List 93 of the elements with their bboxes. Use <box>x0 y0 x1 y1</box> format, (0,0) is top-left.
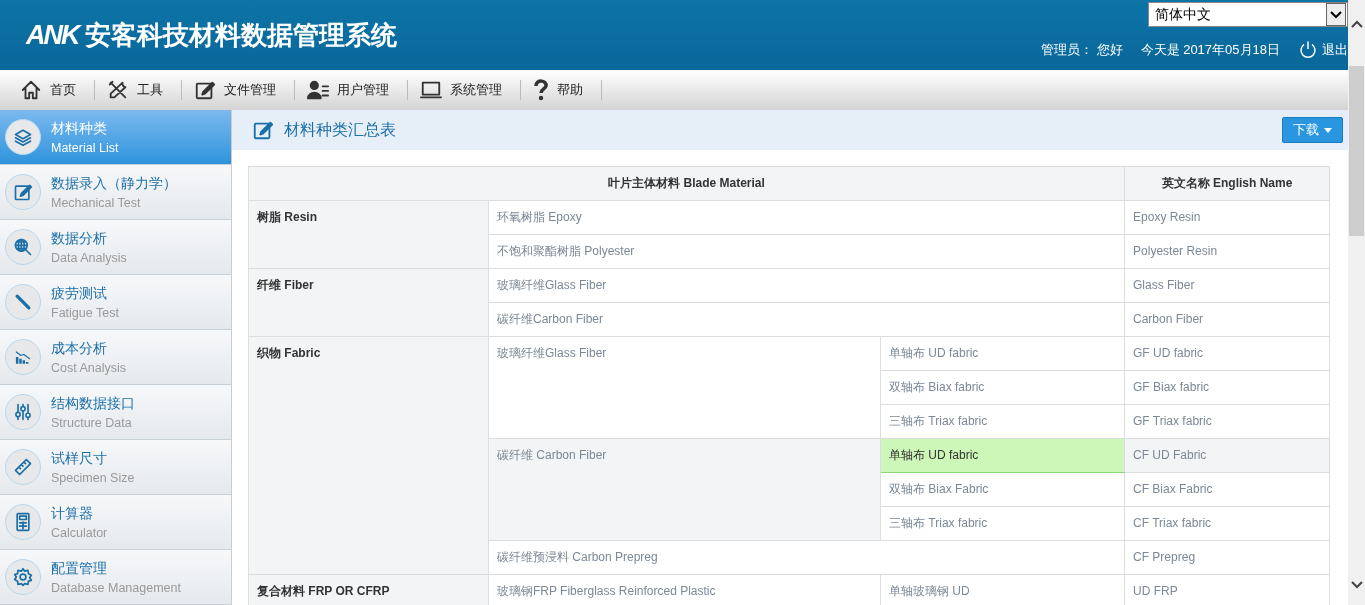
sidebar-item[interactable]: 计算器 Calculator <box>0 495 231 550</box>
language-select[interactable]: 简体中文 <box>1148 2 1348 27</box>
ruler-icon <box>13 457 33 477</box>
nav-item[interactable]: 帮助 <box>521 80 602 100</box>
logout-link[interactable]: 退出 <box>1298 40 1348 60</box>
scroll-thumb[interactable] <box>1349 66 1364 236</box>
category-cell: 复合材料 FRP OR CFRP <box>248 574 489 605</box>
nav-item[interactable]: 系统管理 <box>408 80 521 100</box>
material-cell: 不饱和聚酯树脂 Polyester <box>488 234 1125 269</box>
edit-icon <box>252 119 274 141</box>
app-title: 安客科技材料数据管理系统 <box>84 18 397 52</box>
item-title: 结构数据接口 <box>51 394 135 413</box>
help-icon <box>533 79 549 101</box>
variant-cell[interactable]: 单轴布 UD fabric <box>880 336 1125 371</box>
panel-title: 材料种类汇总表 <box>284 119 396 140</box>
scroll-up-icon[interactable] <box>1350 20 1363 28</box>
logo: ANK <box>26 19 79 51</box>
layers-icon <box>13 127 33 147</box>
variant-cell[interactable]: 三轴布 Triax fabric <box>880 404 1125 439</box>
material-cell: 玻璃纤维Glass Fiber <box>488 268 1125 303</box>
item-subtitle: Specimen Size <box>51 470 135 485</box>
download-button[interactable]: 下载 <box>1282 117 1343 143</box>
sidebar-item[interactable]: 成本分析 Cost Analysis <box>0 330 231 385</box>
rod-icon <box>13 292 33 312</box>
tools-icon <box>107 79 129 101</box>
item-subtitle: Calculator <box>51 525 108 540</box>
english-name-cell: Polyester Resin <box>1124 234 1330 269</box>
nav-item[interactable]: 用户管理 <box>295 80 408 100</box>
english-name-cell: GF Triax fabric <box>1124 404 1330 439</box>
english-name-cell: CF Biax Fabric <box>1124 472 1330 507</box>
edit-icon <box>13 182 33 202</box>
nav-item[interactable]: 首页 <box>8 80 95 100</box>
sidebar-item[interactable]: 数据录入（静力学） Mechanical Test <box>0 165 231 220</box>
item-title: 疲劳测试 <box>51 284 108 303</box>
greeting: 管理员： 您好 <box>1040 41 1123 59</box>
sidebar-item[interactable]: 配置管理 Database Management <box>0 550 231 605</box>
item-title: 数据分析 <box>51 229 108 248</box>
sidebar-item[interactable]: 数据分析 Data Analysis <box>0 220 231 275</box>
item-title: 成本分析 <box>51 339 108 358</box>
variant-cell[interactable]: 三轴布 Triax fabric <box>880 506 1125 541</box>
item-subtitle: Database Management <box>51 580 181 595</box>
monitor-icon <box>420 79 442 101</box>
english-name-cell: Glass Fiber <box>1124 268 1330 303</box>
sidebar-item[interactable]: 试样尺寸 Specimen Size <box>0 440 231 495</box>
home-icon <box>20 79 42 101</box>
item-title: 配置管理 <box>51 559 108 578</box>
nav-item[interactable]: 工具 <box>95 80 182 100</box>
item-subtitle: Cost Analysis <box>51 360 127 375</box>
english-name-cell: CF Prepreg <box>1124 540 1330 575</box>
variant-cell[interactable]: 单轴布 UD fabric <box>880 438 1125 473</box>
item-subtitle: Material List <box>51 140 119 155</box>
caret-icon <box>1324 127 1332 133</box>
sliders-icon <box>13 402 33 422</box>
globe-search-icon <box>13 237 33 257</box>
calculator-icon <box>13 512 33 532</box>
column-header: 叶片主体材料 Blade Material <box>248 166 1125 201</box>
variant-cell[interactable]: 双轴布 Biax Fabric <box>880 472 1125 507</box>
item-subtitle: Fatigue Test <box>51 305 119 320</box>
item-subtitle: Mechanical Test <box>51 195 142 210</box>
english-name-cell: Epoxy Resin <box>1124 200 1330 235</box>
nav-item[interactable]: 文件管理 <box>182 80 295 100</box>
scrollbar[interactable] <box>1348 0 1365 605</box>
date-text: 今天是 2017年05月18日 <box>1140 41 1280 59</box>
sidebar-item[interactable]: 疲劳测试 Fatigue Test <box>0 275 231 330</box>
scroll-down-icon[interactable] <box>1350 581 1363 589</box>
item-subtitle: Data Analysis <box>51 250 127 265</box>
material-cell: 碳纤维 Carbon Fiber <box>488 438 881 541</box>
item-title: 试样尺寸 <box>51 449 108 468</box>
english-name-cell: Carbon Fiber <box>1124 302 1330 337</box>
english-name-cell: GF UD fabric <box>1124 336 1330 371</box>
item-title: 材料种类 <box>51 119 108 138</box>
english-name-cell: CF Triax fabric <box>1124 506 1330 541</box>
item-title: 数据录入（静力学） <box>51 174 177 193</box>
english-name-cell: GF Biax fabric <box>1124 370 1330 405</box>
sidebar-item[interactable]: 结构数据接口 Structure Data <box>0 385 231 440</box>
variant-cell[interactable]: 双轴布 Biax fabric <box>880 370 1125 405</box>
chevron-icon <box>1330 10 1342 19</box>
category-cell: 织物 Fabric <box>248 336 489 575</box>
item-title: 计算器 <box>51 504 94 523</box>
material-cell: 碳纤维预浸料 Carbon Prepreg <box>488 540 1125 575</box>
user-icon <box>307 79 329 101</box>
column-header: 英文名称 English Name <box>1124 166 1330 201</box>
category-cell: 纤维 Fiber <box>248 268 489 337</box>
material-cell: 玻璃纤维Glass Fiber <box>488 336 881 439</box>
category-cell: 树脂 Resin <box>248 200 489 269</box>
material-cell: 环氧树脂 Epoxy <box>488 200 1125 235</box>
material-cell: 碳纤维Carbon Fiber <box>488 302 1125 337</box>
edit-icon <box>194 79 216 101</box>
settings-icon <box>13 567 33 587</box>
item-subtitle: Structure Data <box>51 415 133 430</box>
sidebar-item[interactable]: 材料种类 Material List <box>0 110 231 165</box>
power-icon <box>1298 40 1318 60</box>
english-name-cell: CF UD Fabric <box>1124 438 1330 473</box>
